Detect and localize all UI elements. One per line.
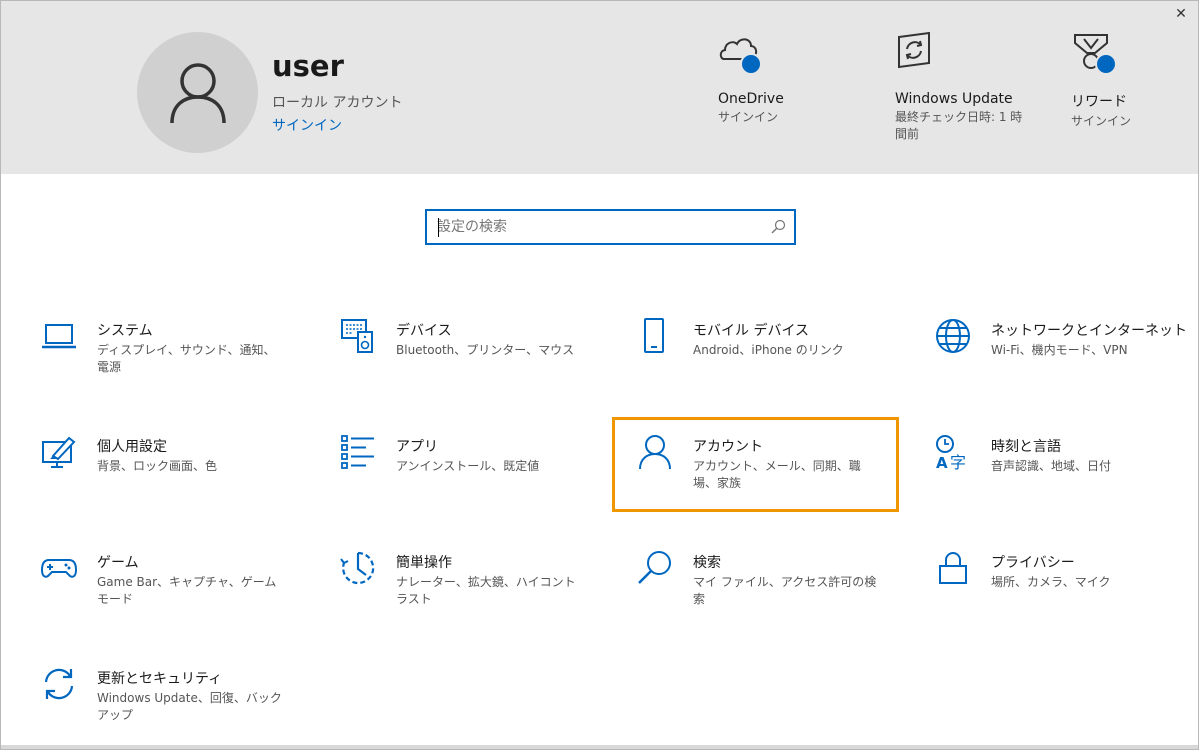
tile-ease-of-access[interactable]: 簡単操作 ナレーター、拡大鏡、ハイコントラスト (340, 550, 610, 625)
tile-time-language[interactable]: A 字 時刻と言語 音声認識、地域、日付 (935, 434, 1198, 509)
account-type-label: ローカル アカウント (272, 95, 403, 111)
ease-of-access-icon (340, 551, 375, 585)
personalization-icon (42, 436, 76, 468)
tile-desc: ナレーター、拡大鏡、ハイコントラスト (396, 575, 576, 606)
apps-icon (341, 435, 374, 469)
tile-desc: アカウント、メール、同期、職場、家族 (693, 459, 861, 490)
account-header: ✕ user ローカル アカウント サインイン OneDrive サインイン W… (1, 1, 1198, 174)
tile-title: アカウント (693, 439, 763, 455)
tile-apps[interactable]: アプリ アンインストール、既定値 (340, 434, 610, 509)
search-input[interactable] (437, 216, 757, 238)
privacy-lock-icon (939, 552, 967, 584)
tile-title: ゲーム (97, 555, 139, 571)
rewards-status: サインイン (1071, 114, 1132, 128)
settings-search[interactable] (425, 209, 796, 245)
svg-text:A: A (936, 454, 948, 470)
tile-devices[interactable]: デバイス Bluetooth、プリンター、マウス (340, 318, 610, 393)
tile-search[interactable]: 検索 マイ ファイル、アクセス許可の検索 (637, 550, 907, 625)
header-item-onedrive[interactable]: OneDrive サインイン (718, 31, 868, 126)
tile-title: モバイル デバイス (693, 323, 810, 339)
tile-update-security[interactable]: 更新とセキュリティ Windows Update、回復、バックアップ (41, 666, 311, 741)
onedrive-status: サインイン (718, 110, 779, 124)
text-caret (438, 218, 439, 237)
tile-title: アプリ (396, 439, 438, 455)
tile-desc: Wi-Fi、機内モード、VPN (991, 343, 1128, 357)
avatar[interactable] (137, 32, 258, 153)
signin-link[interactable]: サインイン (272, 115, 342, 135)
tile-title: 更新とセキュリティ (97, 671, 223, 687)
tile-title: 時刻と言語 (991, 439, 1061, 455)
devices-icon (341, 319, 373, 353)
tile-title: システム (97, 323, 153, 339)
tile-title: 検索 (693, 555, 721, 571)
windows-update-title: Windows Update (895, 91, 1013, 107)
tile-network[interactable]: ネットワークとインターネット Wi-Fi、機内モード、VPN (935, 318, 1198, 393)
svg-text:字: 字 (950, 453, 966, 470)
search-icon[interactable] (770, 219, 786, 235)
windows-update-icon (895, 31, 943, 79)
tile-title: 個人用設定 (97, 439, 167, 455)
tile-desc: 背景、ロック画面、色 (97, 459, 218, 473)
tile-desc: 場所、カメラ、マイク (991, 575, 1111, 589)
onedrive-icon (718, 31, 766, 79)
tile-accounts[interactable]: アカウント アカウント、メール、同期、職場、家族 (637, 434, 907, 509)
tile-desc: Windows Update、回復、バックアップ (97, 691, 282, 722)
account-icon (639, 435, 671, 470)
close-icon[interactable]: ✕ (1170, 5, 1192, 23)
tile-title: 簡単操作 (396, 555, 452, 571)
tile-privacy[interactable]: プライバシー 場所、カメラ、マイク (935, 550, 1198, 625)
user-avatar-icon (169, 62, 226, 123)
tile-gaming[interactable]: ゲーム Game Bar、キャプチャ、ゲーム モード (41, 550, 311, 625)
header-item-rewards[interactable]: リワード サインイン (1071, 31, 1171, 130)
tile-desc: Game Bar、キャプチャ、ゲーム モード (97, 575, 277, 606)
tile-title: デバイス (396, 323, 452, 339)
settings-window: ✕ user ローカル アカウント サインイン OneDrive サインイン W… (0, 0, 1199, 750)
time-language-icon: A 字 (936, 435, 966, 470)
tile-title: プライバシー (991, 555, 1075, 571)
user-name: user (272, 49, 344, 83)
tile-personalization[interactable]: 個人用設定 背景、ロック画面、色 (41, 434, 311, 509)
update-security-icon (44, 668, 74, 700)
tile-desc: ディスプレイ、サウンド、通知、電源 (97, 343, 276, 374)
tile-desc: 音声認識、地域、日付 (991, 459, 1112, 473)
rewards-icon (1071, 31, 1119, 79)
tile-system[interactable]: システム ディスプレイ、サウンド、通知、電源 (41, 318, 311, 393)
gamepad-icon (41, 559, 77, 578)
laptop-icon (42, 324, 76, 349)
tile-mobile-devices[interactable]: モバイル デバイス Android、iPhone のリンク (637, 318, 907, 393)
rewards-title: リワード (1071, 94, 1127, 110)
header-item-windows-update[interactable]: Windows Update 最終チェック日時: 1 時間前 (895, 31, 1025, 143)
windows-update-status: 最終チェック日時: 1 時間前 (895, 110, 1023, 141)
tile-desc: Bluetooth、プリンター、マウス (396, 343, 575, 357)
globe-icon (936, 319, 970, 353)
tile-desc: アンインストール、既定値 (396, 459, 540, 473)
search-tile-icon (638, 551, 671, 584)
tile-desc: マイ ファイル、アクセス許可の検索 (693, 575, 877, 606)
tile-desc: Android、iPhone のリンク (693, 343, 844, 357)
tile-title: ネットワークとインターネット (991, 323, 1187, 339)
bottom-edge (1, 745, 1198, 749)
onedrive-title: OneDrive (718, 91, 784, 107)
phone-icon (644, 318, 664, 353)
